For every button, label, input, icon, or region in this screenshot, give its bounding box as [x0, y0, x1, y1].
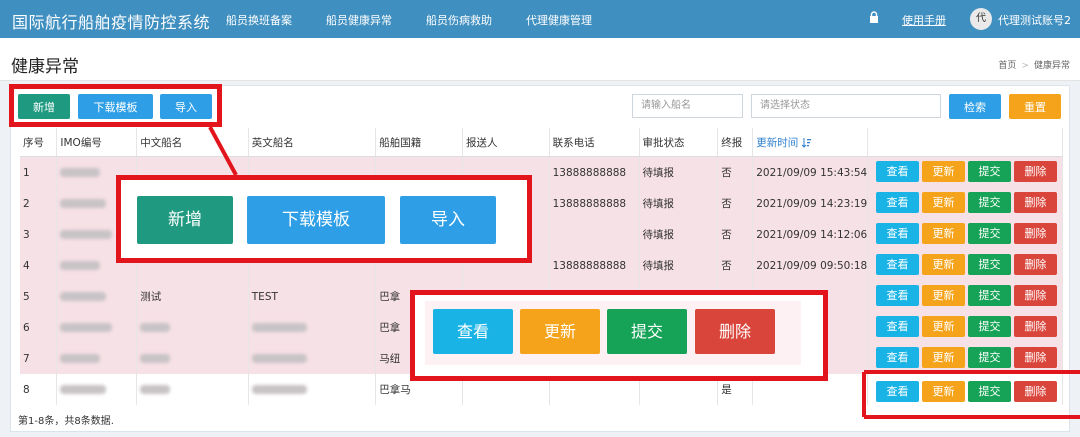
zoom-view-button[interactable]: 查看 [433, 309, 513, 354]
zoom-update-button[interactable]: 更新 [520, 309, 600, 354]
zoom-submit-button[interactable]: 提交 [607, 309, 687, 354]
zoom-toolbar-popup: 新增 下载模板 导入 [116, 175, 532, 263]
zoom-add-button[interactable]: 新增 [137, 196, 233, 244]
zoom-download-template-button[interactable]: 下载模板 [247, 196, 385, 244]
zoom-import-button[interactable]: 导入 [400, 196, 496, 244]
zoom-delete-button[interactable]: 删除 [695, 309, 775, 354]
zoom-actions-popup: 查看 更新 提交 删除 [410, 290, 828, 381]
